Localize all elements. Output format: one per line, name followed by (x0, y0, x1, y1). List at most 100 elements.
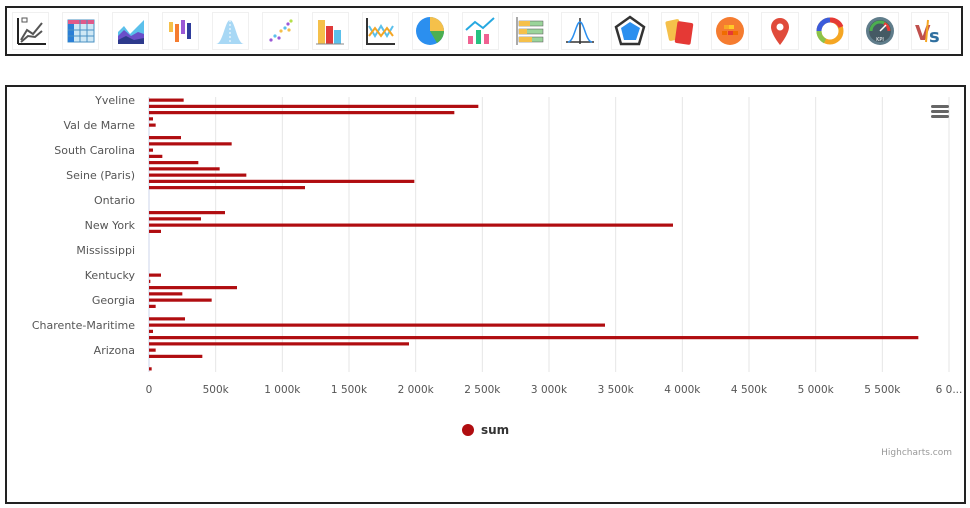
bar[interactable] (149, 336, 919, 340)
versus-icon: Vs (915, 19, 940, 47)
bar[interactable] (149, 148, 153, 152)
bar-chart: Yveline Val de Marne South Carolina Seine (… (32, 94, 963, 458)
toolbar-button-kpi-gauge[interactable]: KPI (861, 12, 899, 50)
bar[interactable] (149, 317, 185, 321)
bar[interactable] (149, 167, 220, 171)
category-label: Arizona (94, 344, 135, 357)
category-label: Mississippi (76, 244, 135, 257)
toolbar-button-donut-chart[interactable] (811, 12, 849, 50)
bar[interactable] (149, 298, 212, 302)
value-tick-label: 5 500k (864, 384, 901, 396)
bar[interactable] (149, 161, 199, 165)
bar[interactable] (149, 211, 225, 215)
bar[interactable] (149, 279, 151, 283)
combo-chart-icon (465, 17, 495, 44)
bar[interactable] (149, 123, 156, 127)
toolbar-button-candlestick[interactable] (161, 12, 200, 50)
credits-link[interactable]: Highcharts.com (881, 448, 952, 458)
bar[interactable] (149, 98, 184, 102)
bar[interactable] (149, 329, 153, 333)
bar[interactable] (149, 179, 415, 183)
value-tick-label: 5 000k (798, 384, 835, 396)
toolbar-button-heatmap[interactable] (711, 12, 749, 50)
bar[interactable] (149, 217, 201, 221)
toolbar-button-bar-chart[interactable] (311, 12, 350, 50)
toolbar-button-stacked-bar[interactable] (511, 12, 549, 50)
value-tick-label: 2 000k (398, 384, 435, 396)
toolbar-button-table[interactable] (61, 12, 100, 50)
legend-symbol (462, 424, 474, 436)
legend-label: sum (481, 423, 509, 437)
bar[interactable] (149, 286, 237, 290)
category-label: Charente-Maritime (32, 319, 135, 332)
category-label: New York (85, 219, 136, 232)
donut-chart-icon (816, 17, 844, 45)
svg-text:s: s (929, 26, 940, 47)
kpi-gauge-icon: KPI (865, 17, 894, 45)
category-label: Yveline (94, 94, 135, 107)
chart-type-toolbar: KPI Vs (5, 6, 963, 56)
toolbar-button-cards[interactable] (661, 12, 699, 50)
hamburger-menu-icon[interactable] (931, 105, 949, 118)
bar[interactable] (149, 292, 183, 296)
bar[interactable] (149, 142, 232, 146)
table-icon (67, 19, 95, 43)
value-tick-label: 1 500k (331, 384, 368, 396)
bar[interactable] (149, 223, 673, 227)
category-label: South Carolina (54, 144, 135, 157)
bar[interactable] (149, 229, 161, 233)
value-tick-label: 3 000k (531, 384, 568, 396)
category-label: Ontario (94, 194, 135, 207)
bar[interactable] (149, 304, 156, 308)
candlestick-icon (168, 20, 191, 42)
toolbar-button-multi-line-chart[interactable] (361, 12, 400, 50)
area-chart-icon (117, 20, 144, 44)
toolbar-button-pie-chart[interactable] (411, 12, 449, 50)
category-label: Kentucky (85, 269, 136, 282)
bar[interactable] (149, 354, 203, 358)
bar[interactable] (149, 104, 479, 108)
value-tick-label: 2 500k (464, 384, 501, 396)
toolbar-button-bell-curve[interactable] (211, 12, 250, 50)
category-axis-labels: Yveline Val de Marne South Carolina Seine (… (32, 94, 136, 357)
bar[interactable] (149, 323, 605, 327)
bar[interactable] (149, 342, 409, 346)
value-tick-label: 4 500k (731, 384, 768, 396)
bar[interactable] (149, 154, 163, 158)
toolbar-button-radar-chart[interactable] (611, 12, 649, 50)
value-tick-label: 4 000k (664, 384, 701, 396)
bar[interactable] (149, 273, 161, 277)
bar[interactable] (149, 136, 181, 140)
bar[interactable] (149, 348, 156, 352)
scatter-chart-icon (269, 19, 294, 42)
stacked-bar-icon (516, 17, 544, 45)
toolbar-button-area-chart[interactable] (111, 12, 150, 50)
chart-container: Yveline Val de Marne South Carolina Seine (… (5, 85, 966, 504)
category-label: Val de Marne (63, 119, 135, 132)
toolbar-button-distribution[interactable] (561, 12, 599, 50)
grid-lines (215, 97, 950, 372)
toolbar-button-versus[interactable]: Vs (911, 12, 949, 50)
line-chart-icon (16, 17, 46, 45)
bar[interactable] (149, 186, 305, 190)
bar[interactable] (149, 367, 152, 371)
bar[interactable] (149, 173, 247, 177)
toolbar-button-line-chart[interactable] (12, 12, 50, 50)
bar[interactable] (149, 111, 455, 115)
category-label: Seine (Paris) (66, 169, 135, 182)
svg-text:KPI: KPI (876, 37, 884, 43)
bell-curve-icon (216, 20, 245, 44)
map-pin-icon (770, 18, 789, 45)
toolbar-button-combo-chart[interactable] (461, 12, 499, 50)
pie-chart-icon (416, 17, 445, 45)
toolbar-button-map-pin[interactable] (761, 12, 799, 50)
cards-icon (665, 19, 694, 45)
value-axis-labels: 0 500k 1 000k 1 500k 2 000k 2 500k 3 000k 3 500… (146, 384, 963, 396)
value-tick-label: 6 0... (936, 384, 963, 396)
legend-item-sum[interactable]: sum (462, 423, 509, 437)
bar[interactable] (149, 117, 153, 121)
toolbar-button-scatter-chart[interactable] (261, 12, 300, 50)
value-tick-label: 500k (203, 384, 230, 396)
distribution-icon (566, 18, 595, 44)
multi-line-chart-icon (366, 18, 396, 45)
